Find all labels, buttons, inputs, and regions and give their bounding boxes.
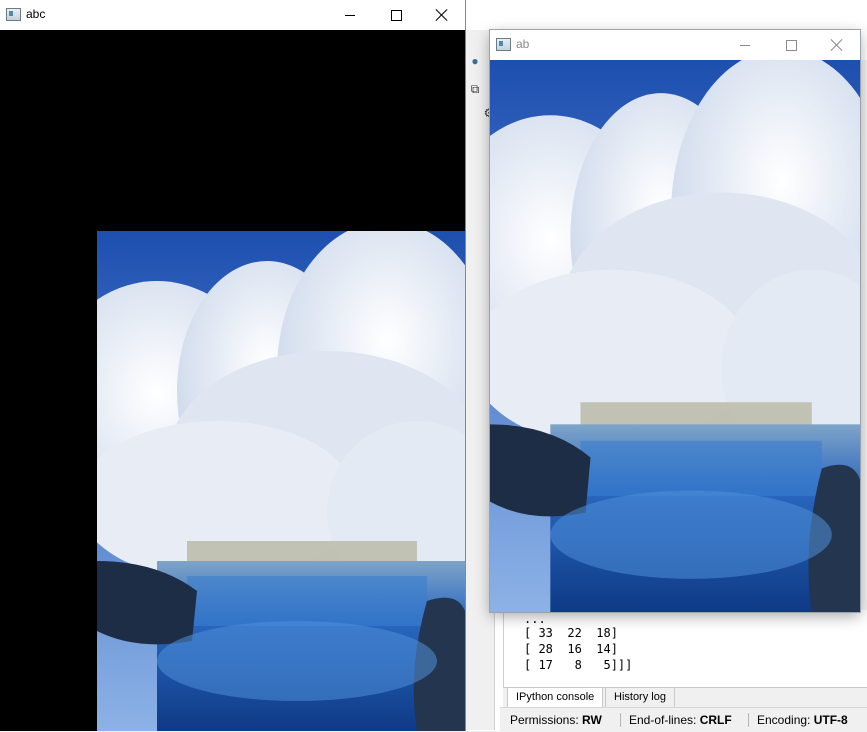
console-line: [ 33 22 18] [524,626,618,640]
image-window-abc[interactable]: abc [0,0,466,731]
minimize-button[interactable] [722,30,768,60]
minimize-button[interactable] [327,0,373,30]
window-title: abc [26,7,46,21]
console-line: ... [524,612,546,626]
close-icon [436,9,448,21]
minimize-icon [345,14,355,16]
winter-waterfall-image [490,60,860,612]
encoding-status: Encoding: UTF-8 [757,713,848,727]
console-tab-bar: IPython console History log [503,687,867,708]
console-line: [ 17 8 5]]] [524,658,633,672]
maximize-button[interactable] [768,30,814,60]
titlebar[interactable]: abc [0,0,465,30]
python-icon[interactable]: ● [468,54,482,68]
status-bar: Permissions: RW End-of-lines: CRLF Encod… [500,707,867,732]
maximize-icon [390,9,402,21]
titlebar[interactable]: ab [490,30,860,60]
minimize-icon [740,44,750,46]
maximize-button[interactable] [373,0,419,30]
winter-waterfall-image [97,231,465,731]
window-app-icon [6,8,21,21]
window-title: ab [516,37,530,51]
ipython-console-output[interactable]: ... [ 33 22 18] [ 28 16 14] [ 17 8 5]]] [503,610,867,687]
eol-status: End-of-lines: CRLF [629,713,732,727]
tab-history-log[interactable]: History log [605,688,675,708]
status-divider [620,713,621,727]
undock-icon[interactable]: ⧉ [468,82,482,96]
console-line: [ 28 16 14] [524,642,618,656]
tab-ipython-console[interactable]: IPython console [507,688,604,708]
image-canvas [0,30,465,731]
close-icon [831,39,843,51]
maximize-icon [785,39,797,51]
close-button[interactable] [814,30,860,60]
permissions-status: Permissions: RW [510,713,602,727]
window-app-icon [496,38,511,51]
close-button[interactable] [419,0,465,30]
status-divider [748,713,749,727]
image-window-ab[interactable]: ab [490,30,860,612]
